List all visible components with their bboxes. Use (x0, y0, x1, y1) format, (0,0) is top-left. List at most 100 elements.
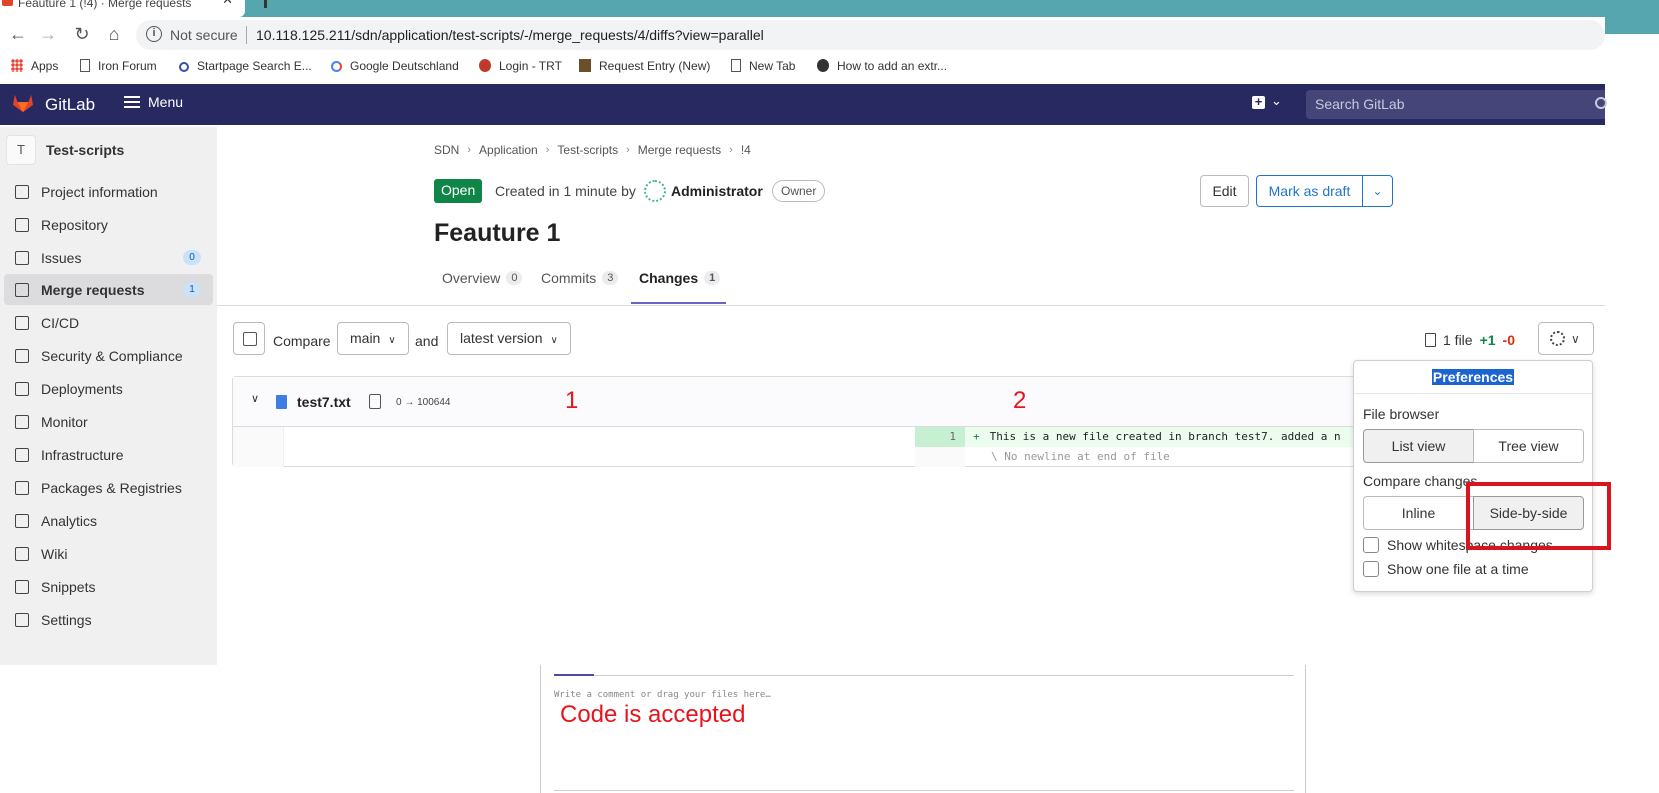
diff-filename[interactable]: test7.txt (297, 394, 351, 410)
tab-commits[interactable]: Commits 3 (541, 270, 619, 286)
bookmark-startpage[interactable]: Startpage Search E... (179, 59, 312, 73)
sidebar-item-project-information[interactable]: Project information (4, 176, 213, 207)
one-file-checkbox[interactable]: Show one file at a time (1363, 561, 1529, 577)
status-badge: Open (434, 179, 483, 203)
reload-icon[interactable]: ↻ (71, 24, 93, 45)
comment-placeholder[interactable]: Write a comment or drag your files here… (554, 690, 771, 700)
copy-path-icon[interactable] (369, 394, 381, 409)
inline-button[interactable]: Inline (1363, 496, 1474, 530)
browser-tab[interactable]: Feauture 1 (!4) · Merge requests ✕ (0, 0, 245, 17)
compare-label: Compare (273, 333, 331, 349)
tree-view-button[interactable]: Tree view (1473, 429, 1584, 463)
chevron-right-icon: › (545, 144, 550, 156)
close-tab-icon[interactable]: ✕ (222, 0, 233, 6)
issues-icon (15, 250, 29, 265)
rocket-icon (15, 315, 29, 330)
preferences-popover: Preferences File browser List view Tree … (1353, 360, 1593, 592)
new-item-icon[interactable]: + (1252, 95, 1265, 109)
bookmark-login-trt[interactable]: Login - TRT (479, 59, 562, 73)
breadcrumb-sdn[interactable]: SDN (434, 143, 459, 157)
home-icon[interactable]: ⌂ (103, 24, 125, 45)
sidebar-item-monitor[interactable]: Monitor (4, 406, 213, 437)
search-input[interactable]: Search GitLab (1306, 90, 1607, 119)
url-text[interactable]: 10.118.125.211/sdn/application/test-scri… (256, 27, 764, 43)
tabs-divider (217, 305, 1605, 306)
file-browser-label: File browser (1363, 406, 1440, 422)
search-icon (1595, 97, 1607, 109)
comment-active-tab[interactable] (554, 674, 594, 676)
changes-count: 1 (704, 271, 721, 285)
list-view-button[interactable]: List view (1363, 429, 1474, 463)
edit-button[interactable]: Edit (1200, 175, 1249, 207)
project-header[interactable]: T Test-scripts (6, 135, 124, 165)
chevron-down-icon: ∨ (550, 335, 558, 346)
breadcrumb-mr-id[interactable]: !4 (741, 143, 751, 157)
bookmark-google[interactable]: Google Deutschland (331, 59, 459, 73)
bookmark-apps[interactable]: Apps (11, 59, 58, 73)
sidebar-item-packages-registries[interactable]: Packages & Registries (4, 472, 213, 503)
chevron-down-icon[interactable]: ∨ (251, 392, 259, 405)
request-icon (579, 59, 591, 72)
file-stats[interactable]: 1 file +1 -0 (1425, 332, 1515, 348)
info-icon (15, 184, 29, 199)
deletions-count: -0 (1502, 332, 1515, 348)
trt-icon (479, 59, 491, 72)
sidebar-item-ci-cd[interactable]: CI/CD (4, 307, 213, 338)
bookmarks-bar: Apps Iron Forum Startpage Search E... Go… (0, 53, 1659, 81)
file-tree-toggle-button[interactable] (233, 322, 265, 355)
chevron-down-icon: ∨ (388, 335, 396, 346)
source-branch-dropdown[interactable]: main ∨ (337, 322, 409, 355)
apps-grid-icon (11, 59, 23, 72)
gitlab-app-name[interactable]: GitLab (45, 95, 95, 115)
breadcrumb-application[interactable]: Application (479, 143, 538, 157)
sidebar-item-merge-requests[interactable]: Merge requests 1 (4, 274, 213, 305)
sidebar-item-settings[interactable]: Settings (4, 604, 213, 635)
next-tab-edge[interactable] (264, 0, 267, 8)
avatar[interactable] (644, 180, 666, 202)
sidebar-item-issues[interactable]: Issues 0 (4, 242, 213, 273)
sidebar-item-deployments[interactable]: Deployments (4, 373, 213, 404)
gitlab-logo-icon[interactable] (12, 93, 34, 113)
tab-changes[interactable]: Changes 1 (639, 270, 721, 286)
checkbox[interactable] (1363, 561, 1379, 577)
bookmark-how-to[interactable]: How to add an extr... (817, 59, 947, 73)
gitlab-header: GitLab Menu + ⌄ Search GitLab (0, 84, 1607, 125)
sidebar-item-wiki[interactable]: Wiki (4, 538, 213, 569)
file-diff-icon (1425, 333, 1436, 347)
breadcrumb: SDN › Application › Test-scripts › Merge re… (434, 143, 751, 157)
merge-request-icon (15, 282, 29, 297)
author-name[interactable]: Administrator (671, 183, 763, 199)
bookmark-iron-forum[interactable]: Iron Forum (80, 59, 157, 73)
sidebar-item-infrastructure[interactable]: Infrastructure (4, 439, 213, 470)
menu-button[interactable]: Menu (124, 94, 183, 110)
shield-icon (15, 348, 29, 363)
bird-icon (817, 59, 829, 72)
diff-settings-button[interactable]: ∨ (1538, 322, 1594, 355)
forward-arrow-icon[interactable]: → (37, 24, 59, 45)
info-icon[interactable]: i (146, 26, 162, 42)
breadcrumb-merge-requests[interactable]: Merge requests (638, 143, 721, 157)
sidebar-item-snippets[interactable]: Snippets (4, 571, 213, 602)
target-version-dropdown[interactable]: latest version ∨ (447, 322, 571, 355)
package-icon (15, 480, 29, 495)
bookmark-new-tab[interactable]: New Tab (731, 59, 795, 73)
blank-area (0, 665, 176, 793)
breadcrumb-test-scripts[interactable]: Test-scripts (557, 143, 618, 157)
chevron-down-icon[interactable]: ⌄ (1271, 93, 1282, 109)
active-tab-indicator (631, 302, 726, 304)
bookmark-request-entry[interactable]: Request Entry (New) (579, 59, 710, 73)
checkbox[interactable] (1363, 537, 1379, 553)
mark-as-draft-button[interactable]: Mark as draft (1256, 175, 1363, 207)
tab-overview[interactable]: Overview 0 (442, 270, 523, 286)
chevron-down-icon: ∨ (1571, 332, 1580, 346)
back-arrow-icon[interactable]: ← (7, 24, 29, 45)
file-icon (276, 395, 287, 409)
chevron-down-icon[interactable]: ⌄ (1362, 175, 1393, 207)
address-bar[interactable]: i Not secure 10.118.125.211/sdn/applicat… (136, 20, 1605, 50)
sidebar-item-repository[interactable]: Repository (4, 209, 213, 240)
security-label: Not secure (170, 27, 238, 43)
sidebar-item-analytics[interactable]: Analytics (4, 505, 213, 536)
line-number[interactable]: 1 (915, 427, 965, 447)
sidebar-item-security-compliance[interactable]: Security & Compliance (4, 340, 213, 371)
document-icon (15, 217, 29, 232)
